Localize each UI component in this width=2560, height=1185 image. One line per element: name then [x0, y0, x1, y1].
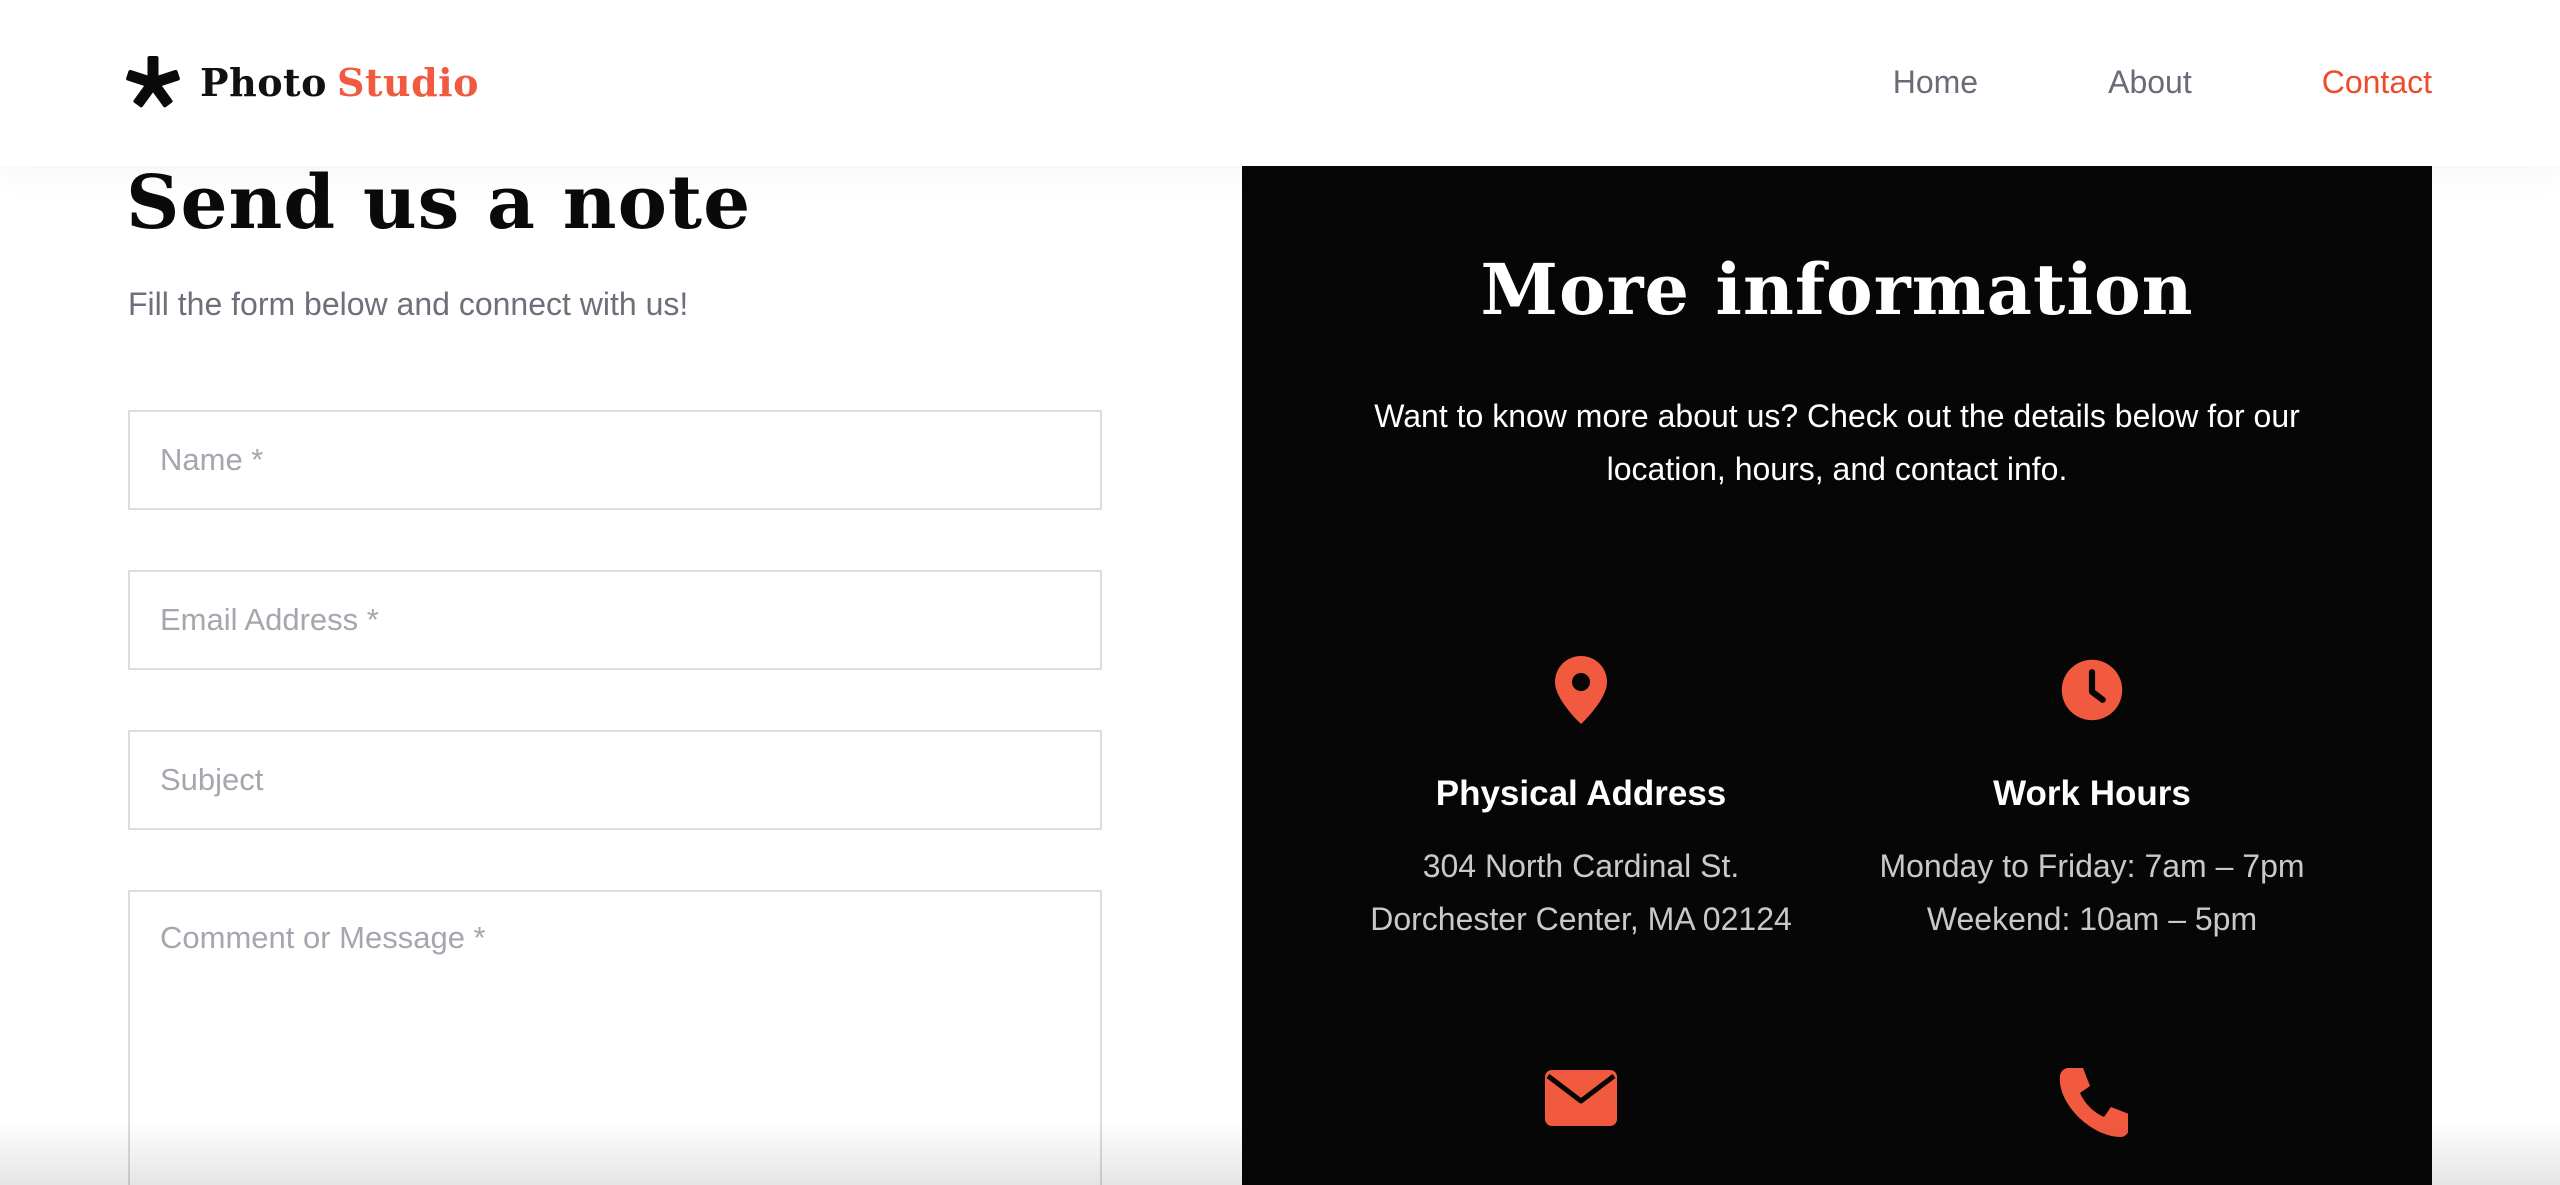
hours-line-1: Monday to Friday: 7am – 7pm: [1879, 848, 2305, 884]
page: Photo Studio Home About Contact Send us a…: [0, 0, 2560, 1185]
info-description: Want to know more about us? Check out th…: [1374, 398, 2300, 487]
nav-home[interactable]: Home: [1893, 64, 1978, 101]
site-header: Photo Studio Home About Contact: [0, 0, 2560, 166]
name-input[interactable]: [128, 410, 1102, 510]
hours-line-2: Weekend: 10am – 5pm: [1926, 901, 2258, 937]
address-title: Physical Address: [1435, 774, 1727, 813]
form-title: Send us a note: [126, 160, 752, 246]
main-nav: Home About Contact: [1893, 56, 2432, 108]
phone-card: [1832, 1066, 2352, 1138]
subject-input[interactable]: [128, 730, 1102, 830]
email-card: [1321, 1070, 1841, 1126]
brand-name: Photo Studio: [200, 60, 479, 105]
site-logo[interactable]: Photo Studio: [126, 52, 479, 112]
form-subtitle: Fill the form below and connect with us!: [128, 286, 689, 322]
phone-icon: [2059, 1068, 2128, 1137]
email-input[interactable]: [128, 570, 1102, 670]
info-title: More information: [1480, 248, 2194, 331]
address-line-2: Dorchester Center, MA 02124: [1370, 901, 1792, 937]
address-card: Physical Address 304 North Cardinal St. …: [1321, 654, 1841, 946]
nav-contact[interactable]: Contact: [2322, 64, 2432, 101]
brand-name-part1: Photo: [200, 59, 327, 105]
nav-about[interactable]: About: [2108, 64, 2192, 101]
message-textarea[interactable]: [128, 890, 1102, 1185]
hours-card: Work Hours Monday to Friday: 7am – 7pm W…: [1832, 654, 2352, 946]
brand-name-part2: Studio: [336, 59, 479, 105]
address-line-1: 304 North Cardinal St.: [1422, 848, 1740, 884]
map-pin-icon: [1555, 656, 1607, 724]
info-panel: More information Want to know more about…: [1242, 166, 2432, 1185]
hours-title: Work Hours: [1993, 774, 2191, 813]
asterisk-icon: [126, 56, 180, 108]
clock-icon: [2061, 659, 2123, 721]
envelope-icon: [1545, 1070, 1617, 1126]
